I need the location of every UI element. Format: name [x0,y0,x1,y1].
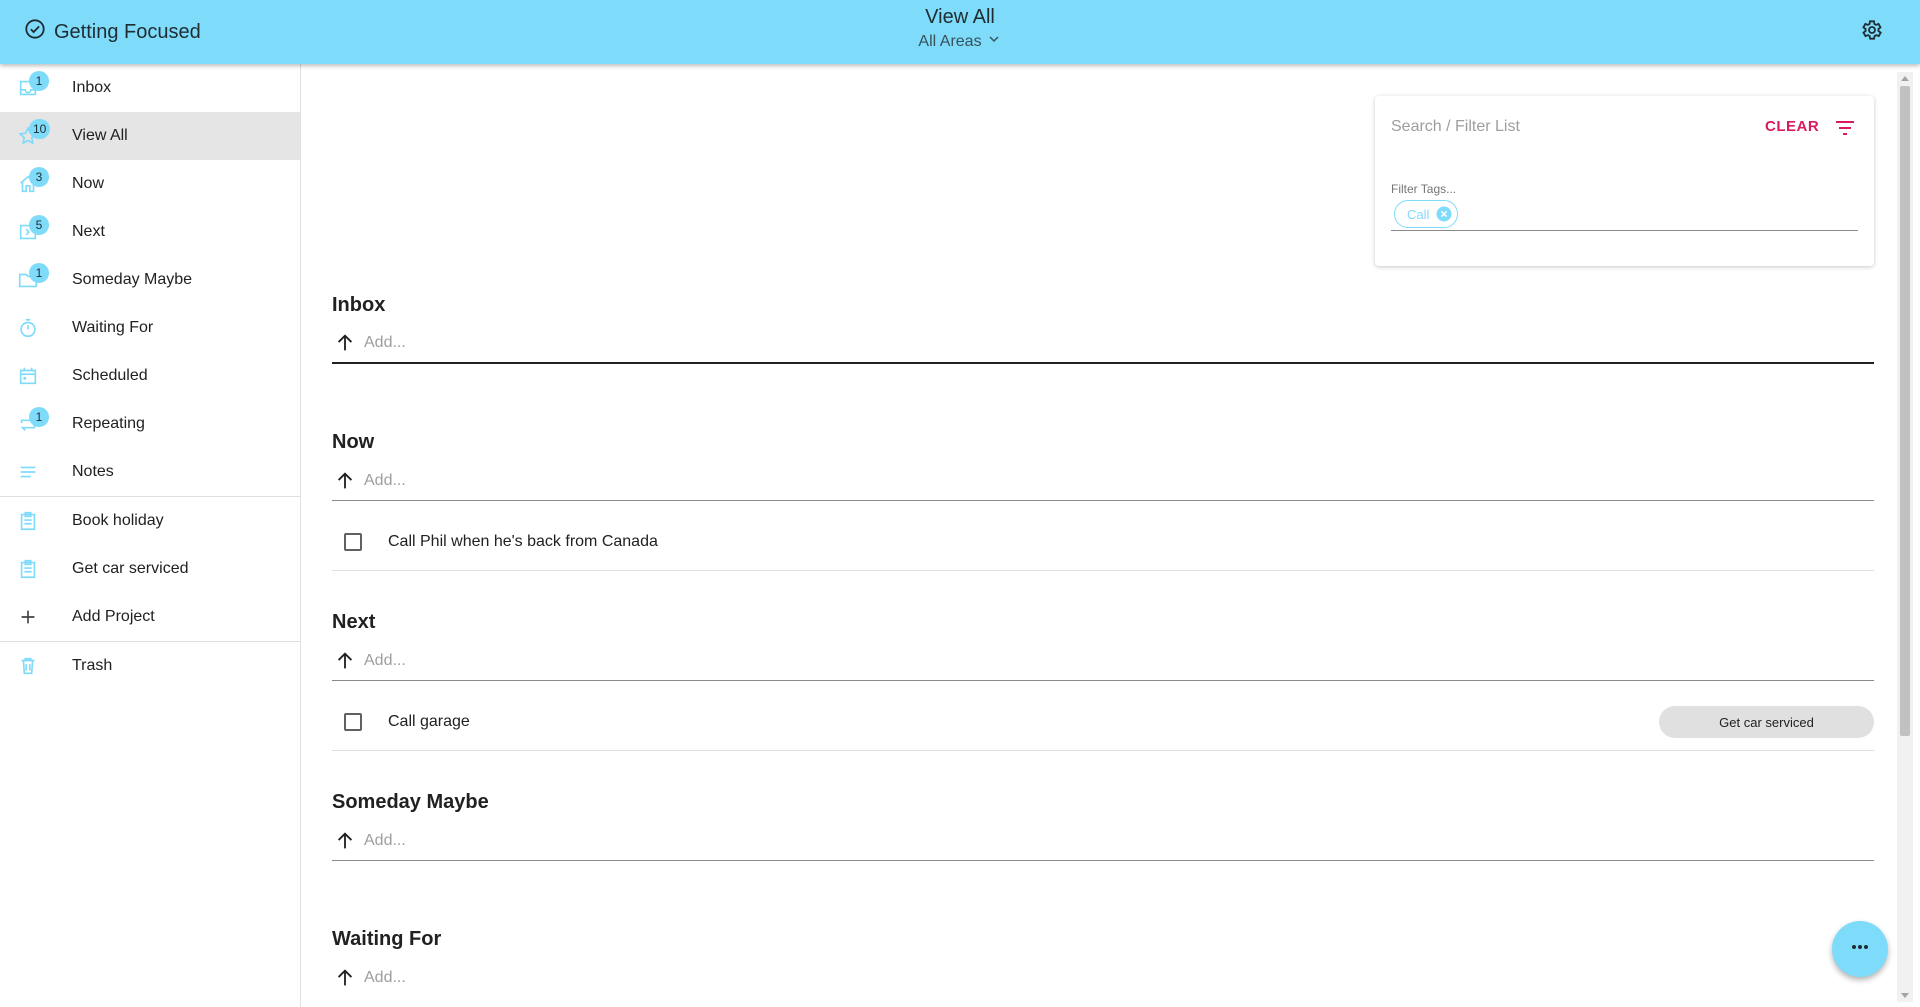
add-task-input[interactable] [364,831,1764,850]
section-title: Inbox [332,294,386,316]
settings-button[interactable] [1856,17,1886,47]
add-task-input[interactable] [364,651,1764,670]
task-checkbox[interactable] [344,712,362,731]
timer-icon [16,316,40,340]
project-chip[interactable]: Get car serviced [1659,706,1874,738]
sidebar-item-repeating[interactable]: 1 Repeating [0,400,300,448]
section-inbox: Inbox [332,294,1874,364]
section-title: Now [332,431,375,453]
sidebar-item-scheduled[interactable]: Scheduled [0,352,300,400]
section-someday-maybe: Someday Maybe [332,791,1874,861]
arrow-up-icon[interactable] [334,650,356,672]
calendar-icon [16,364,40,388]
view-all-count-badge: 10 [29,119,51,139]
add-task-input[interactable] [364,334,1764,352]
add-row [332,821,1874,861]
section-now: Now Call Phil when he's back from Canada [332,431,1874,571]
sidebar-item-label: Inbox [72,79,112,96]
app-bar: Getting Focused View All All Areas [0,0,1920,64]
add-row [332,641,1874,681]
header-center: View All All Areas [0,6,1920,52]
sidebar-item-label: Repeating [72,415,145,432]
tag-chip-call: Call [1394,200,1459,228]
sidebar-item-waiting-for[interactable]: Waiting For [0,304,300,352]
sidebar-item-view-all[interactable]: 10 View All [0,112,300,160]
sidebar-item-notes[interactable]: Notes [0,448,300,496]
plus-icon [16,605,40,629]
area-selector[interactable]: All Areas [918,31,1001,52]
arrow-up-icon[interactable] [334,332,356,354]
sidebar-item-label: Waiting For [72,319,154,336]
add-project-label: Add Project [72,608,155,625]
task-row[interactable]: Call garage Get car serviced [332,693,1874,751]
sidebar-item-next[interactable]: 5 Next [0,208,300,256]
sidebar-item-label: Book holiday [72,512,164,529]
sidebar-item-inbox[interactable]: 1 Inbox [0,64,300,112]
arrow-up-icon[interactable] [334,830,356,852]
someday-count-badge: 1 [29,263,49,283]
sidebar-item-label: Someday Maybe [72,271,193,288]
add-row [332,324,1874,364]
chip-remove-icon[interactable] [1435,205,1453,223]
more-horizontal-icon [1848,935,1872,964]
gear-icon [1859,18,1883,47]
clipboard-icon [16,557,40,581]
filter-card: CLEAR Filter Tags... Call [1375,96,1874,266]
clear-button[interactable]: CLEAR [1765,118,1819,135]
add-project-button[interactable]: Add Project [0,593,300,641]
notes-icon [16,460,40,484]
sidebar-item-label: Now [72,175,105,192]
more-actions-button[interactable] [1832,921,1888,977]
main-scrollbar[interactable] [1897,72,1913,1002]
filter-tags-field[interactable]: Call [1391,197,1858,231]
add-task-input[interactable] [364,471,1764,490]
section-title: Waiting For [332,928,442,950]
repeating-count-badge: 1 [29,407,49,427]
main-content: CLEAR Filter Tags... Call Inbox Now [308,72,1894,1002]
scroll-down-icon[interactable] [1901,993,1909,998]
task-text: Call garage [388,712,470,730]
section-title: Next [332,611,376,633]
sidebar-project-get-car-serviced[interactable]: Get car serviced [0,545,300,593]
tag-chip-label: Call [1407,206,1430,222]
sidebar-item-label: Notes [72,463,114,480]
trash-icon [16,654,40,678]
scroll-up-icon[interactable] [1901,76,1909,81]
sidebar-item-label: Next [72,223,105,240]
search-input[interactable] [1391,112,1731,142]
task-row[interactable]: Call Phil when he's back from Canada [332,513,1874,571]
arrow-up-icon[interactable] [334,967,356,989]
sidebar-item-someday-maybe[interactable]: 1 Someday Maybe [0,256,300,304]
filter-icon[interactable] [1833,116,1857,140]
section-title: Someday Maybe [332,791,489,813]
sidebar-item-label: Trash [72,657,113,674]
task-checkbox[interactable] [344,532,362,551]
sidebar-item-label: Get car serviced [72,560,189,577]
add-row [332,461,1874,501]
page-title: View All [925,6,995,28]
sidebar-project-book-holiday[interactable]: Book holiday [0,497,300,545]
sidebar-item-label: Scheduled [72,367,148,384]
filter-tags-label: Filter Tags... [1391,182,1457,196]
sidebar-item-trash[interactable]: Trash [0,642,300,690]
clipboard-icon [16,509,40,533]
next-count-badge: 5 [29,215,49,235]
add-task-input[interactable] [364,969,1764,987]
sidebar: 1 Inbox 10 View All 3 Now 5 Next 1 Somed… [0,64,301,1007]
sidebar-item-now[interactable]: 3 Now [0,160,300,208]
task-text: Call Phil when he's back from Canada [388,532,658,550]
now-count-badge: 3 [29,167,49,187]
scrollbar-thumb[interactable] [1900,86,1910,736]
chevron-down-icon [986,31,1002,52]
inbox-count-badge: 1 [29,71,49,91]
add-row [332,958,1874,998]
area-selector-label: All Areas [918,32,982,50]
arrow-up-icon[interactable] [334,470,356,492]
section-waiting-for: Waiting For [332,928,1874,987]
section-next: Next Call garage Get car serviced [332,611,1874,751]
sidebar-item-label: View All [72,127,128,144]
